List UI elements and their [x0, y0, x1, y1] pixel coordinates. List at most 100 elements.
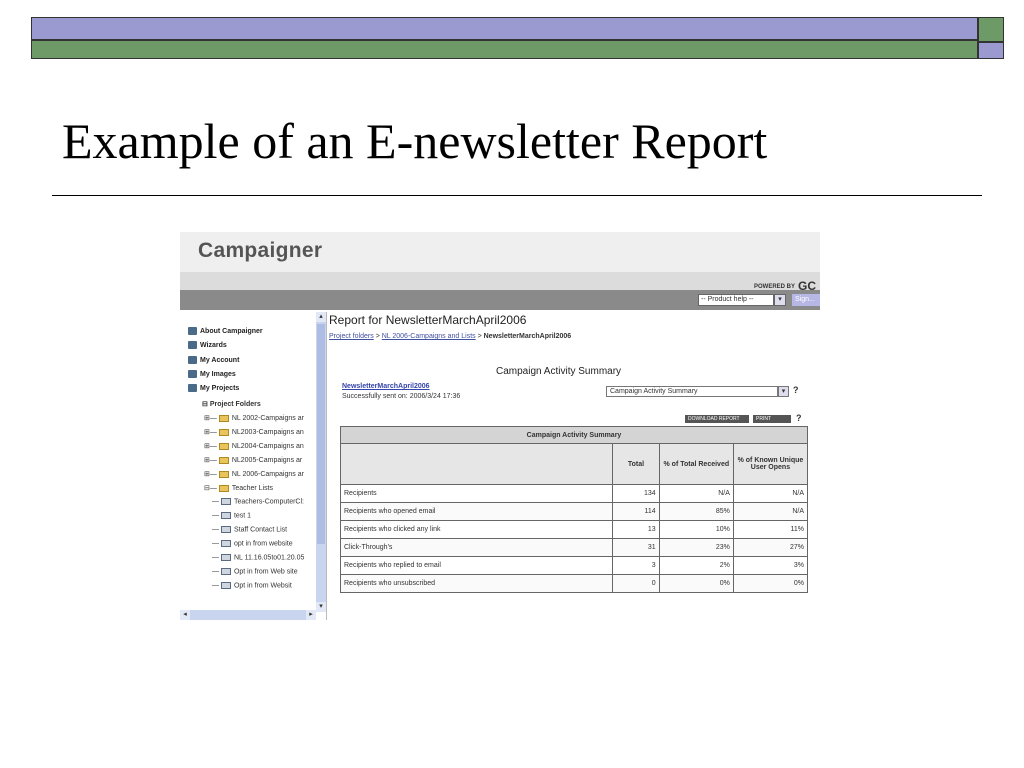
help-icon[interactable]: ?: [796, 413, 802, 423]
scroll-right-icon[interactable]: ▸: [306, 610, 316, 620]
folder-label: NL 2002-Campaigns ar: [231, 415, 304, 422]
tree-folder[interactable]: ⊞— NL 2002-Campaigns ar: [204, 414, 304, 422]
list-label: Staff Contact List: [233, 526, 288, 534]
tree-root[interactable]: ⊟ Project Folders: [202, 400, 261, 408]
row-label: Recipients: [339, 484, 614, 503]
row-value: 27%: [732, 538, 809, 557]
tree-root-label: Project Folders: [209, 401, 261, 408]
column-header-pct-opens: % of Known Unique User Opens: [732, 443, 809, 485]
row-value: N/A: [732, 502, 809, 521]
table-caption: Campaign Activity Summary: [340, 426, 808, 444]
tree-folder[interactable]: ⊞— NL2005-Campaigns ar: [204, 456, 302, 464]
scroll-left-icon[interactable]: ◂: [180, 610, 190, 620]
tree-list[interactable]: — test 1: [212, 512, 251, 519]
row-label: Recipients who clicked any link: [339, 520, 614, 539]
list-label: NL 11.16.05to01.20.05: [233, 554, 305, 562]
sidebar-scrollbar[interactable]: ▴ ▾: [316, 312, 326, 612]
scroll-down-icon[interactable]: ▾: [316, 602, 326, 612]
signout-button[interactable]: Sign...: [792, 294, 820, 306]
sidebar-item-projects[interactable]: My Projects: [188, 384, 239, 392]
row-value: 85%: [658, 502, 734, 521]
row-value: 0: [612, 574, 660, 593]
header-bar-bottom: [31, 40, 978, 59]
campaign-link[interactable]: NewsletterMarchApril2006: [342, 383, 430, 390]
powered-strip: POWERED BY GC: [180, 272, 820, 293]
images-icon: [188, 370, 197, 378]
print-button[interactable]: PRINT: [753, 415, 791, 423]
table-row: Click-Through's 31 23% 27%: [339, 538, 809, 557]
header-bar-top: [31, 17, 978, 40]
sidebar-item-label: My Projects: [200, 384, 240, 392]
breadcrumb-link-folders[interactable]: Project folders: [329, 333, 374, 340]
powered-by: POWERED BY GC: [754, 277, 816, 293]
sidebar-item-account[interactable]: My Account: [188, 356, 239, 364]
sidebar-item-images[interactable]: My Images: [188, 370, 236, 378]
activity-summary-table: Campaign Activity Summary Total % of Tot…: [339, 426, 809, 593]
table-row: Recipients who unsubscribed 0 0% 0%: [339, 574, 809, 593]
folder-icon: [218, 428, 229, 436]
help-icon[interactable]: ?: [793, 385, 799, 395]
row-value: 11%: [732, 520, 809, 539]
tree-list[interactable]: — Staff Contact List: [212, 526, 287, 533]
header-square-bottom: [978, 42, 1004, 59]
slide-title: Example of an E-newsletter Report: [62, 113, 768, 169]
row-value: 0%: [732, 574, 809, 593]
row-value: 31: [612, 538, 660, 557]
row-value: 3: [612, 556, 660, 575]
tree-list[interactable]: — Opt in from Websit: [212, 582, 292, 589]
column-header-total: Total: [612, 443, 660, 485]
row-label: Click-Through's: [339, 538, 614, 557]
folder-label: NL2005-Campaigns ar: [231, 457, 303, 464]
column-header: [339, 443, 614, 485]
tree-list[interactable]: — opt in from website: [212, 540, 293, 547]
tree-list[interactable]: — NL 11.16.05to01.20.05: [212, 554, 304, 561]
list-icon: [220, 540, 231, 547]
list-label: Opt in from Web site: [233, 568, 298, 576]
projects-icon: [188, 384, 197, 392]
row-value: 23%: [658, 538, 734, 557]
sidebar-item-label: My Account: [200, 356, 240, 364]
folder-label: NL2003-Campaigns an: [231, 429, 304, 436]
brand-header: Campaigner: [180, 232, 820, 273]
row-label: Recipients who opened email: [339, 502, 614, 521]
table-row: Recipients who replied to email 3 2% 3%: [339, 556, 809, 575]
folder-label: NL 2006-Campaigns ar: [231, 471, 304, 478]
download-report-button[interactable]: DOWNLOAD REPORT: [685, 415, 749, 423]
row-value: 0%: [658, 574, 734, 593]
campaigner-screenshot: Campaigner POWERED BY GC -- Product help …: [180, 232, 820, 620]
table-row: Recipients who clicked any link 13 10% 11%: [339, 520, 809, 539]
list-icon: [220, 554, 231, 561]
table-row: Recipients who opened email 114 85% N/A: [339, 502, 809, 521]
row-label: Recipients who unsubscribed: [339, 574, 614, 593]
breadcrumb: Project folders > NL 2006-Campaigns and …: [329, 333, 571, 340]
list-icon: [220, 526, 231, 533]
tree-list[interactable]: — Teachers-ComputerCl:: [212, 498, 304, 505]
breadcrumb-link-campaigns[interactable]: NL 2006-Campaigns and Lists: [382, 333, 476, 340]
report-view-select[interactable]: Campaign Activity Summary: [606, 386, 778, 397]
tree-folder[interactable]: ⊞— NL2004-Campaigns an: [204, 442, 304, 450]
list-icon: [220, 512, 231, 519]
scroll-thumb[interactable]: [317, 324, 325, 544]
tree-folder[interactable]: ⊟— Teacher Lists: [204, 484, 273, 492]
product-help-select[interactable]: -- Product help --: [698, 294, 774, 306]
folder-label: Teacher Lists: [231, 485, 274, 492]
chevron-down-icon[interactable]: ▾: [778, 386, 789, 397]
breadcrumb-separator: >: [373, 333, 382, 340]
row-label: Recipients who replied to email: [339, 556, 614, 575]
sidebar-item-wizards[interactable]: Wizards: [188, 341, 227, 349]
sidebar-hscrollbar[interactable]: ◂ ▸: [180, 610, 316, 620]
chevron-down-icon[interactable]: ▾: [774, 294, 786, 306]
tree-list[interactable]: — Opt in from Web site: [212, 568, 298, 575]
tree-folder[interactable]: ⊞— NL 2006-Campaigns ar: [204, 470, 304, 478]
breadcrumb-separator: >: [475, 333, 484, 340]
list-label: test 1: [233, 512, 252, 520]
title-divider: [52, 195, 982, 196]
scroll-up-icon[interactable]: ▴: [316, 312, 326, 322]
top-toolbar: -- Product help -- ▾ Sign...: [180, 290, 820, 310]
row-value: N/A: [658, 484, 734, 503]
folder-icon: [218, 414, 229, 422]
sidebar-item-about[interactable]: About Campaigner: [188, 327, 263, 335]
section-title: Campaign Activity Summary: [496, 366, 622, 377]
tree-folder[interactable]: ⊞— NL2003-Campaigns an: [204, 428, 304, 436]
list-icon: [220, 498, 231, 505]
